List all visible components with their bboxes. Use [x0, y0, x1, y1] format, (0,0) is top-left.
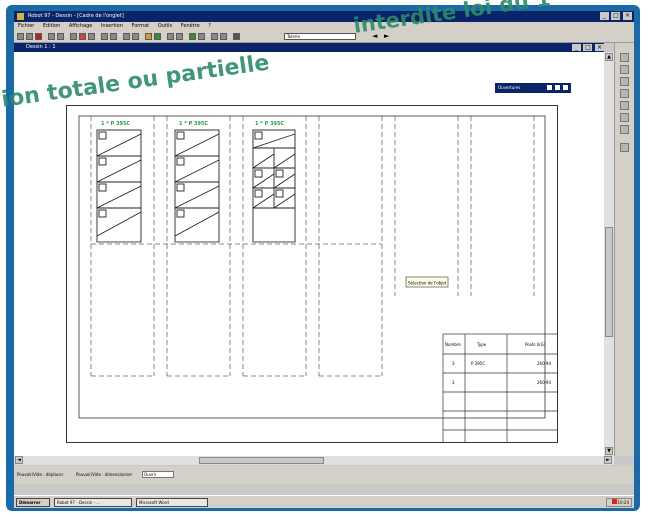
save-icon[interactable] — [35, 33, 42, 40]
zoom-window-icon[interactable] — [132, 33, 139, 40]
print-icon[interactable] — [48, 33, 55, 40]
clock: 10:24 — [606, 498, 632, 507]
window-title: Robot 97 - Dessin - [Cadre de l'onglet] — [28, 13, 124, 19]
vertical-scroll-thumb[interactable] — [605, 227, 613, 337]
table-header: Type — [476, 342, 487, 347]
paste-icon[interactable] — [88, 33, 95, 40]
table-cell: 3 — [452, 380, 455, 385]
panel-label: 1 * P 395C — [255, 121, 284, 127]
grid-icon[interactable] — [167, 33, 174, 40]
panel-3 — [252, 129, 296, 243]
scroll-up-icon[interactable]: ▲ — [605, 53, 613, 61]
bom-table-text: Nombre Type Poids (kG) 3 P 395C 260.94 3… — [445, 342, 551, 385]
tool-icon[interactable] — [620, 77, 629, 86]
preview-icon[interactable] — [57, 33, 64, 40]
minimize-button[interactable]: _ — [599, 12, 609, 20]
menu-bar: Fichier Edition Affichage Insertion Form… — [14, 22, 634, 31]
palette-close-icon[interactable] — [563, 85, 568, 90]
status-bar: Pouvoir/Vide : déplacer Pouvoir/Vide : d… — [14, 466, 634, 484]
panel-labels: 1 * P 395C 1 * P 395C 1 * P 395C — [101, 121, 284, 127]
task-robot[interactable]: Robot 97 - Dessin - ... — [54, 498, 132, 507]
dashed-grid — [90, 116, 535, 377]
child-window-title-bar: Dessin 1 : 1 _ □ × — [14, 43, 604, 52]
undo-icon[interactable] — [101, 33, 108, 40]
zoom-icon[interactable] — [123, 33, 130, 40]
distribute-icon[interactable] — [220, 33, 227, 40]
drawing-sheet: Sélection de l'objet Nombre Type Poids (… — [66, 105, 562, 471]
drawing-canvas[interactable]: Ouvertures Sélection de l'objet Nombre T… — [14, 52, 604, 471]
bom-table-grid — [442, 333, 562, 471]
sheet-drawing: Sélection de l'objet Nombre Type Poids (… — [78, 115, 562, 471]
child-window-title: Dessin 1 : 1 — [26, 44, 56, 50]
tool-icon[interactable] — [620, 101, 629, 110]
menu-fenetre[interactable]: Fenêtre — [181, 23, 200, 29]
palette-tool-icon[interactable] — [547, 85, 552, 90]
table-cell: 260.94 — [537, 380, 551, 385]
child-minimize-button[interactable]: _ — [571, 44, 581, 51]
panel-1 — [96, 129, 142, 243]
selection-tag: Sélection de l'objet — [408, 281, 447, 286]
table-cell: 260.94 — [537, 361, 551, 366]
panel-label: 1 * P 395C — [179, 121, 208, 127]
child-maximize-button[interactable]: □ — [583, 44, 593, 51]
ouvertures-palette[interactable]: Ouvertures — [494, 82, 572, 94]
menu-outils[interactable]: Outils — [158, 23, 172, 29]
redraw-icon[interactable] — [145, 33, 152, 40]
table-header: Poids (kG) — [525, 342, 546, 347]
menu-help[interactable]: ? — [208, 23, 211, 29]
layers-icon[interactable] — [154, 33, 161, 40]
palette-tool-icon[interactable] — [555, 85, 560, 90]
scroll-left-icon[interactable]: ◄ — [15, 456, 23, 464]
task-word[interactable]: Microsoft Word — [136, 498, 208, 507]
table-cell: P 395C — [471, 361, 485, 366]
tool-icon[interactable] — [620, 89, 629, 98]
copy-icon[interactable] — [79, 33, 86, 40]
align-icon[interactable] — [211, 33, 218, 40]
palette-title: Ouvertures — [498, 85, 521, 90]
cut-icon[interactable] — [70, 33, 77, 40]
tool-icon[interactable] — [620, 53, 629, 62]
scroll-right-icon[interactable]: ► — [604, 456, 612, 464]
app-icon — [17, 13, 24, 20]
close-button[interactable]: × — [623, 12, 632, 20]
menu-edition[interactable]: Edition — [43, 23, 60, 29]
start-button[interactable]: Démarrer — [16, 498, 50, 507]
properties-icon[interactable] — [189, 33, 196, 40]
tool-icon[interactable] — [620, 113, 629, 122]
snap-icon[interactable] — [176, 33, 183, 40]
toolbar: Tolerie ◄ ► — [14, 31, 634, 43]
horizontal-scroll-thumb[interactable] — [199, 457, 324, 464]
black-square-icon[interactable] — [233, 33, 240, 40]
open-icon[interactable] — [26, 33, 33, 40]
tool-icon[interactable] — [620, 125, 629, 134]
page: Robot 97 - Dessin - [Cadre de l'onglet] … — [0, 0, 648, 517]
table-icon[interactable] — [198, 33, 205, 40]
title-bar: Robot 97 - Dessin - [Cadre de l'onglet] … — [14, 11, 634, 22]
status-middle: Pouvoir/Vide : dimensionner — [76, 472, 133, 477]
new-icon[interactable] — [17, 33, 24, 40]
tool-icon[interactable] — [620, 65, 629, 74]
status-left: Pouvoir/Vide : déplacer — [17, 472, 64, 477]
menu-affichage[interactable]: Affichage — [69, 23, 93, 29]
right-toolbar — [614, 43, 634, 456]
taskbar: Démarrer Robot 97 - Dessin - ... Microso… — [14, 495, 634, 508]
table-cell: 3 — [452, 361, 455, 366]
layer-dropdown[interactable]: Tolerie — [284, 33, 356, 40]
status-input[interactable]: Ouvrir — [142, 471, 174, 478]
scroll-down-icon[interactable]: ▼ — [605, 447, 613, 455]
menu-format[interactable]: Format — [132, 23, 150, 29]
vertical-scrollbar[interactable]: ▲ ▼ — [604, 52, 614, 456]
redo-icon[interactable] — [110, 33, 117, 40]
horizontal-scrollbar[interactable]: ◄ ► — [14, 456, 614, 465]
panel-label: 1 * P 395C — [101, 121, 130, 127]
menu-insertion[interactable]: Insertion — [101, 23, 123, 29]
menu-fichier[interactable]: Fichier — [18, 23, 34, 29]
child-window-controls: _ □ × — [571, 43, 604, 52]
panel-2 — [174, 129, 220, 243]
child-close-button[interactable]: × — [595, 44, 604, 51]
tool-icon[interactable] — [620, 143, 629, 152]
maximize-button[interactable]: □ — [611, 12, 621, 20]
table-header: Nombre — [445, 342, 461, 347]
